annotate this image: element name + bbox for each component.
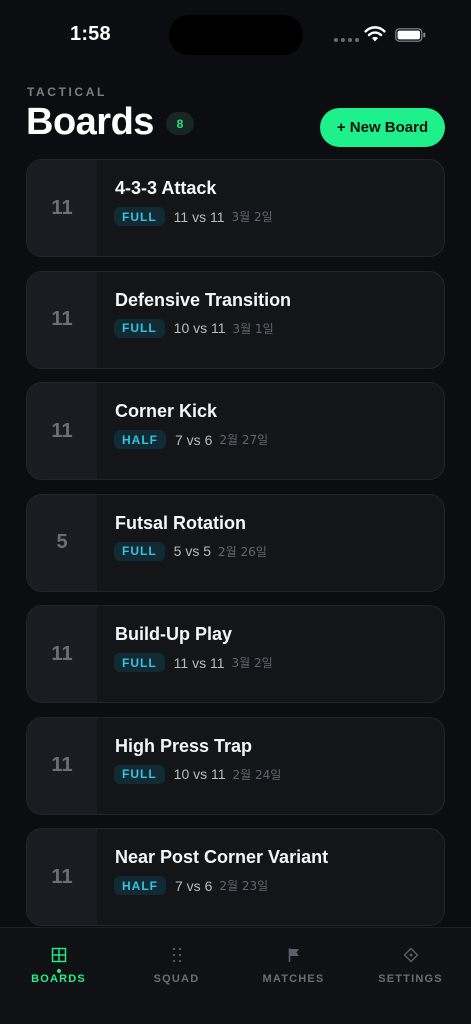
board-date: 3월 2일 bbox=[231, 210, 273, 224]
board-meta: FULL 11 vs 11 3월 2일 bbox=[114, 207, 273, 226]
tab-boards[interactable]: BOARDS bbox=[0, 928, 117, 1024]
field-type-badge: HALF bbox=[114, 876, 166, 895]
board-card[interactable]: 11 Defensive Transition FULL 10 vs 11 3월… bbox=[26, 270, 445, 369]
player-count: 11 bbox=[27, 383, 97, 479]
player-count: 11 bbox=[27, 160, 97, 256]
board-title: Futsal Rotation bbox=[115, 512, 246, 533]
matchup-text: 10 vs 11 bbox=[173, 766, 226, 782]
field-type-badge: HALF bbox=[114, 430, 166, 449]
board-card[interactable]: 11 Corner Kick HALF 7 vs 6 2월 27일 bbox=[26, 382, 445, 480]
player-count: 11 bbox=[27, 271, 97, 368]
matchup-text: 7 vs 6 bbox=[175, 877, 213, 894]
player-count: 5 bbox=[27, 494, 97, 591]
board-list: 11 4-3-3 Attack FULL 11 vs 11 3월 2일 11 D… bbox=[26, 159, 445, 940]
board-card[interactable]: 11 Near Post Corner Variant HALF 7 vs 6 … bbox=[26, 828, 445, 926]
diamond-icon bbox=[403, 947, 419, 963]
board-title: Defensive Transition bbox=[115, 289, 292, 310]
field-type-badge: FULL bbox=[114, 653, 165, 672]
board-card[interactable]: 11 Build-Up Play FULL 11 vs 11 3월 2일 bbox=[26, 605, 445, 703]
field-type-badge: FULL bbox=[114, 764, 165, 784]
board-date: 3월 2일 bbox=[231, 656, 273, 670]
tab-squad[interactable]: SQUAD bbox=[118, 928, 235, 1024]
board-meta: FULL 5 vs 5 2월 26일 bbox=[114, 541, 267, 561]
board-title: Build-Up Play bbox=[115, 624, 233, 644]
grid-icon bbox=[51, 947, 67, 963]
matchup-text: 11 vs 11 bbox=[173, 208, 225, 225]
tab-label: SETTINGS bbox=[378, 973, 443, 985]
matchup-text: 10 vs 11 bbox=[173, 320, 226, 336]
board-meta: FULL 10 vs 11 2월 24일 bbox=[114, 764, 282, 784]
field-type-badge: FULL bbox=[114, 207, 165, 226]
board-title: High Press Trap bbox=[115, 735, 253, 756]
board-date: 2월 26일 bbox=[218, 544, 267, 559]
new-board-button[interactable]: + New Board bbox=[320, 108, 445, 147]
player-count: 11 bbox=[27, 717, 97, 814]
status-time: 1:58 bbox=[70, 23, 111, 45]
board-card[interactable]: 11 High Press Trap FULL 10 vs 11 2월 24일 bbox=[26, 716, 445, 815]
board-card[interactable]: 5 Futsal Rotation FULL 5 vs 5 2월 26일 bbox=[26, 493, 445, 592]
board-count-badge: 8 bbox=[166, 112, 194, 135]
board-date: 2월 23일 bbox=[219, 879, 269, 893]
tab-label: BOARDS bbox=[31, 973, 86, 985]
board-date: 2월 27일 bbox=[219, 433, 269, 447]
board-title: 4-3-3 Attack bbox=[115, 178, 217, 198]
board-card[interactable]: 11 4-3-3 Attack FULL 11 vs 11 3월 2일 bbox=[26, 159, 445, 257]
tab-label: SQUAD bbox=[153, 973, 200, 985]
cellular-signal-icon bbox=[334, 38, 359, 42]
board-date: 2월 24일 bbox=[232, 767, 282, 782]
boards-screen: 1:58 TACTICAL Boards 8 + New Board 11 4-… bbox=[0, 0, 471, 1024]
dynamic-island bbox=[169, 15, 303, 55]
board-meta: FULL 11 vs 11 3월 2일 bbox=[114, 653, 273, 672]
player-count: 11 bbox=[27, 606, 97, 702]
board-title: Corner Kick bbox=[115, 401, 218, 421]
status-bar: 1:58 bbox=[0, 0, 471, 70]
board-meta: HALF 7 vs 6 2월 23일 bbox=[114, 876, 268, 895]
board-date: 3월 1일 bbox=[232, 321, 274, 336]
field-type-badge: FULL bbox=[114, 318, 165, 338]
section-label: TACTICAL bbox=[27, 85, 107, 99]
wifi-icon bbox=[364, 26, 386, 42]
tab-label: MATCHES bbox=[262, 973, 325, 985]
player-count: 11 bbox=[27, 829, 97, 925]
dots-icon bbox=[169, 947, 185, 963]
field-type-badge: FULL bbox=[114, 541, 165, 561]
tab-matches[interactable]: MATCHES bbox=[235, 928, 352, 1024]
matchup-text: 7 vs 6 bbox=[175, 431, 213, 448]
battery-icon bbox=[395, 28, 426, 42]
flag-icon bbox=[286, 947, 302, 963]
board-meta: FULL 10 vs 11 3월 1일 bbox=[114, 318, 274, 338]
page-title: Boards bbox=[26, 101, 154, 143]
board-meta: HALF 7 vs 6 2월 27일 bbox=[114, 430, 268, 449]
board-title: Near Post Corner Variant bbox=[115, 847, 329, 867]
tab-settings[interactable]: SETTINGS bbox=[352, 928, 469, 1024]
matchup-text: 11 vs 11 bbox=[173, 654, 225, 671]
matchup-text: 5 vs 5 bbox=[173, 543, 212, 559]
tab-bar: BOARDS SQUAD MATCHES SETTINGS bbox=[0, 927, 471, 1024]
